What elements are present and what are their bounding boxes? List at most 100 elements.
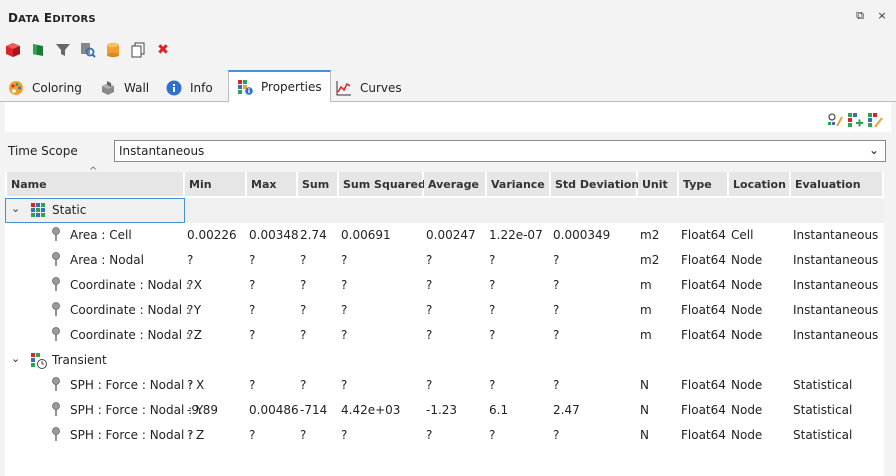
cell-sum: ?: [300, 278, 307, 292]
table-row[interactable]: SPH : Force : Nodal : Y -9.89 0.00486 -714 4…: [5, 398, 884, 423]
cell-type: Float64: [681, 253, 726, 267]
column-header-type[interactable]: Type: [679, 172, 729, 196]
tab-properties[interactable]: Properties: [228, 70, 331, 103]
database-icon[interactable]: [104, 41, 122, 59]
cell-min: ?: [187, 328, 194, 342]
column-header-unit[interactable]: Unit: [638, 172, 679, 196]
cell-average: ?: [426, 328, 433, 342]
properties-grid: Name Min Max Sum Sum Squared Average Variance S…: [5, 166, 884, 476]
copy-icon[interactable]: [129, 41, 147, 59]
chevron-down-icon[interactable]: ⌄: [11, 352, 20, 365]
tab-coloring[interactable]: Coloring: [0, 73, 90, 103]
cell-type: Float64: [681, 328, 726, 342]
curves-icon: [336, 81, 351, 96]
table-row[interactable]: SPH : Force : Nodal : X??????? N Float64 No…: [5, 373, 884, 398]
add-property-icon[interactable]: [847, 112, 863, 128]
delete-icon[interactable]: ✖: [154, 41, 172, 59]
column-header-variance[interactable]: Variance: [487, 172, 551, 196]
cell-variance: ?: [489, 328, 496, 342]
cell-name: Area : Cell: [70, 228, 132, 242]
cell-max: 0.00486: [249, 403, 299, 417]
cell-max: ?: [249, 378, 256, 392]
cell-average: ?: [426, 303, 433, 317]
cell-std-deviation: ?: [553, 378, 560, 392]
cell-sum-squared: ?: [341, 278, 348, 292]
cell-max: 0.00348: [249, 228, 299, 242]
restore-button[interactable]: ⧉: [854, 10, 866, 22]
cell-min: ?: [187, 278, 194, 292]
cell-location: Node: [731, 253, 763, 267]
cell-min: 0.00226: [187, 228, 237, 242]
group-row-transient[interactable]: ⌄ Transient: [5, 348, 884, 373]
cell-unit: m2: [640, 253, 660, 267]
cell-sum-squared: 4.42e+03: [341, 403, 401, 417]
column-header-sum-squared[interactable]: Sum Squared: [339, 172, 426, 196]
pin-icon: [51, 277, 61, 294]
cell-evaluation: Statistical: [793, 428, 853, 442]
table-row[interactable]: Coordinate : Nodal : Y??????? m Float64 Nod…: [5, 298, 884, 323]
properties-panel-toolbar: [5, 102, 891, 132]
cell-std-deviation: 0.000349: [553, 228, 611, 242]
cell-sum: ?: [300, 328, 307, 342]
tab-info[interactable]: Info: [158, 73, 221, 103]
cell-std-deviation: 2.47: [553, 403, 580, 417]
close-window-button[interactable]: ×: [876, 10, 888, 22]
cell-max: ?: [249, 428, 256, 442]
cell-name: Coordinate : Nodal : X: [70, 278, 202, 292]
static-grid-icon: [31, 203, 45, 220]
toolbar: ✖: [4, 40, 172, 60]
tab-wall[interactable]: Wall: [92, 73, 157, 103]
search-doc-icon[interactable]: [79, 41, 97, 59]
group-row-static[interactable]: ⌄ Static: [5, 198, 884, 223]
pin-icon: [51, 377, 61, 394]
table-row[interactable]: Area : Nodal??????? m2 Float64 Node Instanta…: [5, 248, 884, 273]
pin-icon: [51, 327, 61, 344]
edit-properties-icon[interactable]: [827, 112, 843, 128]
title-bar: DATA EDITORS ⧉ ×: [0, 0, 896, 36]
cell-sum: ?: [300, 428, 307, 442]
pin-icon: [51, 227, 61, 244]
cell-unit: m2: [640, 228, 660, 242]
table-row[interactable]: SPH : Force : Nodal : Z??????? N Float64 No…: [5, 423, 884, 448]
cell-max: ?: [249, 328, 256, 342]
green-flag-icon[interactable]: [29, 41, 47, 59]
table-row[interactable]: Area : Cell 0.00226 0.00348 2.74 0.00691 0.00…: [5, 223, 884, 248]
column-header-average[interactable]: Average: [424, 172, 487, 196]
cell-min: ?: [187, 303, 194, 317]
column-header-min[interactable]: Min: [185, 172, 247, 196]
cell-max: ?: [249, 253, 256, 267]
column-header-evaluation[interactable]: Evaluation: [791, 172, 884, 196]
cell-type: Float64: [681, 378, 726, 392]
table-row[interactable]: Coordinate : Nodal : Z??????? m Float64 Nod…: [5, 323, 884, 348]
cell-location: Cell: [731, 228, 754, 242]
column-header-sum[interactable]: Sum: [298, 172, 339, 196]
cell-sum-squared: ?: [341, 253, 348, 267]
chevron-down-icon: ⌄: [868, 143, 879, 157]
group-label: Transient: [52, 353, 107, 367]
cell-type: Float64: [681, 428, 726, 442]
cell-evaluation: Statistical: [793, 378, 853, 392]
cell-sum-squared: ?: [341, 303, 348, 317]
table-row[interactable]: Coordinate : Nodal : X??????? m Float64 Nod…: [5, 273, 884, 298]
modify-property-icon[interactable]: [867, 112, 883, 128]
tab-curves[interactable]: Curves: [328, 73, 410, 103]
chevron-down-icon[interactable]: ⌄: [11, 202, 20, 215]
cell-unit: N: [640, 403, 649, 417]
time-scope-label: Time Scope: [8, 144, 78, 158]
filter-icon[interactable]: [54, 41, 72, 59]
cell-location: Node: [731, 328, 763, 342]
cell-unit: N: [640, 378, 649, 392]
group-label: Static: [52, 203, 87, 217]
column-header-max[interactable]: Max: [247, 172, 298, 196]
cell-average: 0.00247: [426, 228, 476, 242]
cell-type: Float64: [681, 278, 726, 292]
pin-icon: [51, 402, 61, 419]
cell-sum-squared: ?: [341, 328, 348, 342]
column-header-location[interactable]: Location: [729, 172, 791, 196]
cell-variance: ?: [489, 378, 496, 392]
cell-std-deviation: ?: [553, 328, 560, 342]
cell-evaluation: Instantaneous: [793, 328, 879, 342]
time-scope-select[interactable]: Instantaneous ⌄: [114, 140, 886, 162]
red-cube-icon[interactable]: [4, 41, 22, 59]
column-header-std-deviation[interactable]: Std Deviation: [551, 172, 639, 196]
